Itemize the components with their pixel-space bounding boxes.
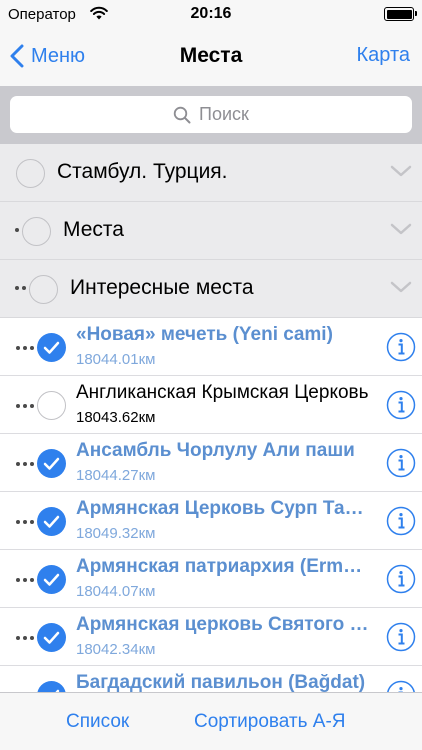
checkmark-icon[interactable] [37,507,66,536]
section-label: Места [63,218,124,241]
indent-dots [16,462,34,466]
navigation-bar: Меню Места Карта [0,30,422,86]
info-icon[interactable] [386,622,416,652]
search-placeholder: Поиск [199,104,249,124]
place-distance: 18044.07км [76,583,156,600]
indent-dots [16,578,34,582]
indent-dots [15,286,26,290]
section-select-circle[interactable] [16,159,45,188]
map-button[interactable]: Карта [356,44,410,67]
section-select-circle[interactable] [29,275,58,304]
info-icon[interactable] [386,564,416,594]
sort-az-button[interactable]: Сортировать А-Я [194,711,346,733]
place-title: Армянская Церковь Сурп Татеос [76,498,372,519]
search-input[interactable]: Поиск [10,96,412,133]
section-select-circle[interactable] [22,217,51,246]
indent-dots [15,228,19,232]
indent-dots [16,636,34,640]
section-label: Интересные места [70,276,254,299]
unchecked-circle-icon[interactable] [37,391,66,420]
section-istanbul[interactable]: Стамбул. Турция. [0,144,422,202]
place-title: Армянская патриархия (Ermeni) [76,556,372,577]
info-icon[interactable] [386,332,416,362]
list-item[interactable]: «Новая» мечеть (Yeni cami) 18044.01км [0,318,422,376]
chevron-left-icon [10,44,24,68]
info-icon[interactable] [386,390,416,420]
place-title: «Новая» мечеть (Yeni cami) [76,324,333,345]
chevron-down-icon[interactable] [390,222,412,236]
place-distance: 18043.62км [76,409,156,426]
battery-icon [384,7,417,21]
list-item[interactable]: Армянская Церковь Сурп Татеос 18049.32км [0,492,422,550]
place-title: Англиканская Крымская Церковь [76,382,369,403]
section-interesting-places[interactable]: Интересные места [0,260,422,318]
place-distance: 18044.01км [76,351,156,368]
list-item[interactable]: Армянская патриархия (Ermeni) 18044.07км [0,550,422,608]
list-button[interactable]: Список [66,711,129,733]
chevron-down-icon[interactable] [390,164,412,178]
place-distance: 18044.27км [76,467,156,484]
checkmark-icon[interactable] [37,333,66,362]
place-title: Багдадский павильон (Bağdat) [76,672,366,693]
info-icon[interactable] [386,448,416,478]
status-time: 20:16 [190,5,232,22]
list-item[interactable]: Армянская церковь Святого Георгия 18042.… [0,608,422,666]
bottom-toolbar: Список Сортировать А-Я [0,692,422,750]
search-bar: Поиск [0,86,422,144]
info-icon[interactable] [386,506,416,536]
place-title: Армянская церковь Святого Георгия [76,614,372,635]
list-item[interactable]: Англиканская Крымская Церковь 18043.62км [0,376,422,434]
search-icon [173,106,191,123]
place-distance: 18042.34км [76,641,156,658]
checkmark-icon[interactable] [37,565,66,594]
status-bar: Оператор 20:16 [0,0,422,30]
indent-dots [16,520,34,524]
section-places[interactable]: Места [0,202,422,260]
checkmark-icon[interactable] [37,623,66,652]
back-button[interactable]: Меню [10,44,85,68]
checkmark-icon[interactable] [37,449,66,478]
section-label: Стамбул. Турция. [57,160,228,183]
back-button-label: Меню [31,44,86,67]
indent-dots [16,404,34,408]
list-item[interactable]: Ансамбль Чорлулу Али паши 18044.27км [0,434,422,492]
indent-dots [16,346,34,350]
chevron-down-icon[interactable] [390,280,412,294]
place-distance: 18049.32км [76,525,156,542]
place-title: Ансамбль Чорлулу Али паши [76,440,355,461]
